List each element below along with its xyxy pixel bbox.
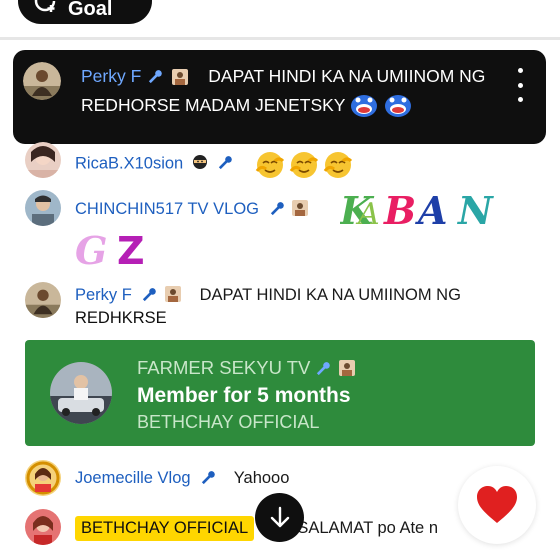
author-name[interactable]: RicaB.X10sion bbox=[75, 154, 183, 172]
svg-text:N: N bbox=[457, 188, 494, 233]
hug-emoji bbox=[255, 152, 285, 178]
more-options-icon[interactable] bbox=[516, 68, 524, 102]
wrench-icon bbox=[143, 288, 157, 302]
pinned-text-line1: DAPAT HINDI KA NA UMIINOM NG bbox=[208, 66, 486, 86]
laughing-blob-emoji bbox=[385, 95, 412, 117]
member-channel: BETHCHAY OFFICIAL bbox=[137, 412, 320, 432]
chat-message[interactable]: Perky F DAPAT HINDI KA NA UMIINOM NG RED… bbox=[0, 280, 560, 330]
svg-text:Z: Z bbox=[117, 229, 145, 272]
message-text-cont: REDHKRSE bbox=[75, 309, 167, 327]
heart-reaction-button[interactable] bbox=[458, 466, 536, 544]
wrench-icon bbox=[219, 156, 233, 170]
goal-label: Goal bbox=[68, 0, 113, 20]
scroll-down-button[interactable] bbox=[255, 493, 304, 542]
member-badge-icon bbox=[165, 286, 182, 302]
avatar[interactable] bbox=[25, 509, 61, 545]
member-avatar[interactable] bbox=[50, 362, 112, 424]
chat-message[interactable]: RicaB.X10sion bbox=[0, 140, 560, 180]
membership-card[interactable]: FARMER SEKYU TV Member for 5 months BETH… bbox=[25, 340, 535, 446]
hug-emoji bbox=[323, 152, 353, 178]
chat-message[interactable]: CHINCHIN517 TV VLOG K A B A N G Z bbox=[0, 188, 560, 272]
wrench-icon bbox=[149, 70, 163, 84]
kabangz-art-emoji-cont: G Z bbox=[75, 228, 145, 272]
member-badge-icon bbox=[339, 360, 356, 376]
author-name[interactable]: CHINCHIN517 TV VLOG bbox=[75, 200, 259, 218]
author-name[interactable]: Joemecille Vlog bbox=[75, 469, 191, 487]
kabangz-art-emoji: K A B A N bbox=[340, 188, 494, 233]
message-text: DAPAT HINDI KA NA UMIINOM NG bbox=[199, 286, 461, 304]
wrench-icon bbox=[317, 361, 331, 375]
owner-author-badge[interactable]: BETHCHAY OFFICIAL bbox=[75, 516, 255, 541]
wrench-icon bbox=[270, 202, 284, 216]
top-divider bbox=[0, 37, 560, 40]
avatar[interactable] bbox=[25, 190, 61, 226]
member-badge-icon bbox=[172, 68, 189, 85]
hug-emoji bbox=[289, 152, 319, 178]
heart-icon bbox=[477, 486, 517, 523]
svg-text:B: B bbox=[383, 188, 416, 233]
pinned-text-line2: REDHORSE MADAM JENETSKY bbox=[81, 94, 346, 115]
goal-add-icon bbox=[34, 0, 56, 12]
member-badge-icon bbox=[292, 200, 309, 216]
avatar[interactable] bbox=[25, 142, 61, 178]
pinned-message[interactable]: Perky F DAPAT HINDI KA NA UMIINOM NG RED… bbox=[13, 50, 546, 144]
message-text: Yahooo bbox=[233, 469, 290, 487]
goal-button[interactable]: Goal bbox=[18, 0, 152, 24]
author-name[interactable]: Perky F bbox=[75, 286, 132, 304]
ninja-emoji-icon bbox=[192, 155, 207, 170]
message-text: SALAMAT po Ate n bbox=[297, 519, 438, 537]
pinned-avatar[interactable] bbox=[23, 62, 61, 100]
svg-text:A: A bbox=[355, 197, 380, 232]
laughing-blob-emoji bbox=[351, 95, 378, 117]
svg-text:A: A bbox=[415, 188, 447, 233]
wrench-icon bbox=[202, 471, 215, 485]
member-name[interactable]: FARMER SEKYU TV bbox=[137, 357, 310, 379]
avatar[interactable] bbox=[25, 460, 61, 496]
avatar[interactable] bbox=[25, 282, 61, 318]
arrow-down-icon bbox=[270, 506, 289, 527]
svg-text:G: G bbox=[75, 228, 107, 272]
pinned-author[interactable]: Perky F bbox=[81, 66, 141, 87]
member-duration: Member for 5 months bbox=[137, 384, 351, 407]
